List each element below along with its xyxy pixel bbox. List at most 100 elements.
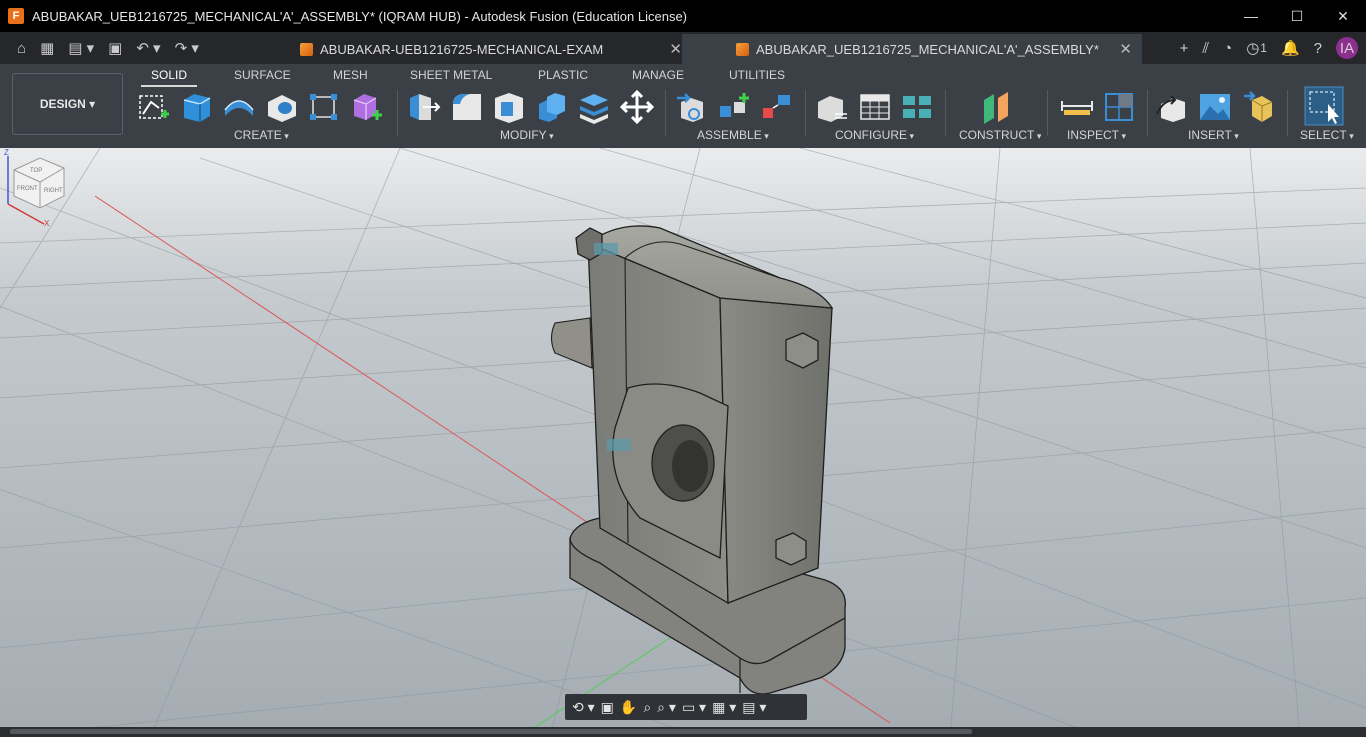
- extrude-icon[interactable]: [180, 90, 214, 124]
- tab-mechanical-assembly[interactable]: ABUBAKAR_UEB1216725_MECHANICAL'A'_ASSEMB…: [682, 34, 1142, 64]
- toolbar-separator: [1287, 90, 1288, 136]
- navigation-bar: ⟲ ▾ ▣ ✋ ⌕ ⌕ ▾ ▭ ▾ ▦ ▾ ▤ ▾: [565, 694, 807, 720]
- view-cube[interactable]: TOP FRONT RIGHT Z X: [0, 148, 70, 228]
- look-at-icon[interactable]: ▣: [601, 699, 614, 716]
- insert-derive-icon[interactable]: [1155, 90, 1189, 124]
- create-sketch-icon[interactable]: [137, 90, 171, 124]
- window-title: ABUBAKAR_UEB1216725_MECHANICAL'A'_ASSEMB…: [32, 8, 688, 24]
- title-bar: F ABUBAKAR_UEB1216725_MECHANICAL'A'_ASSE…: [0, 0, 1366, 32]
- toolbar-separator: [397, 90, 398, 136]
- configuration-rules-icon[interactable]: [900, 90, 934, 124]
- construct-menu[interactable]: CONSTRUCT: [959, 128, 1041, 142]
- viewcube-front-label: FRONT: [17, 186, 38, 192]
- help-icon[interactable]: ?: [1314, 40, 1322, 57]
- insert-mesh-icon[interactable]: [1242, 90, 1276, 124]
- fusion-logo-icon: F: [8, 8, 24, 24]
- zoom-icon[interactable]: ⌕: [643, 699, 651, 716]
- quick-access-toolbar: ⌂ ▦ ▤ ▾ ▣ ↶ ▾ ↷ ▾: [17, 32, 213, 64]
- combine-icon[interactable]: [535, 90, 569, 124]
- offset-plane-icon[interactable]: [980, 90, 1014, 124]
- z-axis-label: Z: [4, 148, 9, 157]
- as-built-joint-icon[interactable]: [760, 90, 794, 124]
- viewcube-right-label: RIGHT: [44, 188, 63, 194]
- pan-icon[interactable]: ✋: [620, 699, 637, 716]
- toolbar-separator: [665, 90, 666, 136]
- tab-label: ABUBAKAR_UEB1216725_MECHANICAL'A'_ASSEMB…: [756, 41, 1099, 57]
- split-body-icon[interactable]: [577, 90, 611, 124]
- ribbon-toolbar: DESIGN ▾ SOLID SURFACE MESH SHEET METAL …: [0, 64, 1366, 148]
- viewports-icon[interactable]: ▤ ▾: [742, 699, 766, 716]
- pattern-icon[interactable]: [307, 90, 341, 124]
- design-cube-icon: [736, 42, 749, 56]
- select-tool-icon[interactable]: [1304, 86, 1344, 126]
- tab-solid[interactable]: SOLID: [140, 68, 198, 87]
- model-scene: [0, 148, 1366, 737]
- create-menu[interactable]: CREATE: [234, 128, 289, 142]
- new-tab-icon[interactable]: +: [1180, 40, 1189, 57]
- data-panel-icon[interactable]: ▦: [40, 39, 54, 57]
- configuration-table-icon[interactable]: [858, 90, 892, 124]
- orbit-icon[interactable]: ⟲ ▾: [572, 699, 595, 716]
- hex-bolt: [785, 332, 819, 369]
- job-count: 1: [1260, 41, 1267, 55]
- configure-menu[interactable]: CONFIGURE: [835, 128, 914, 142]
- horizontal-scrollbar[interactable]: [0, 727, 1366, 737]
- insert-canvas-icon[interactable]: [1198, 90, 1232, 124]
- job-status-icon[interactable]: ◷: [1246, 39, 1259, 57]
- fit-icon[interactable]: ⌕ ▾: [657, 699, 676, 716]
- insert-menu[interactable]: INSERT: [1188, 128, 1239, 142]
- save-icon[interactable]: ▣: [108, 39, 122, 57]
- workspace-switcher-button[interactable]: DESIGN ▾: [12, 73, 123, 135]
- modify-menu[interactable]: MODIFY: [500, 128, 554, 142]
- assemble-menu[interactable]: ASSEMBLE: [697, 128, 769, 142]
- create-form-icon[interactable]: [350, 90, 384, 124]
- toolbar-separator: [1147, 90, 1148, 136]
- joint-glyph-icon: [594, 243, 618, 255]
- tab-mesh[interactable]: MESH: [333, 68, 368, 82]
- toolbar-separator: [945, 90, 946, 136]
- extensions-icon[interactable]: ⫽: [1202, 40, 1209, 57]
- speed-icon[interactable]: ◔: [1223, 40, 1232, 57]
- notifications-icon[interactable]: 🔔: [1281, 39, 1300, 57]
- grid-settings-icon[interactable]: ▦ ▾: [712, 699, 736, 716]
- inspect-menu[interactable]: INSPECT: [1067, 128, 1126, 142]
- canvas-viewport[interactable]: TOP FRONT RIGHT Z X ⟲ ▾ ▣ ✋ ⌕ ⌕ ▾ ▭ ▾ ▦ …: [0, 148, 1366, 737]
- maximize-button[interactable]: ☐: [1274, 0, 1320, 32]
- tab-plastic[interactable]: PLASTIC: [538, 68, 588, 82]
- tab-sheet-metal[interactable]: SHEET METAL: [410, 68, 492, 82]
- close-tab-icon[interactable]: ✕: [669, 40, 682, 58]
- redo-icon[interactable]: ↷ ▾: [175, 39, 199, 57]
- configure-body-icon[interactable]: [815, 90, 849, 124]
- scrollbar-thumb[interactable]: [10, 729, 972, 734]
- close-window-button[interactable]: ✕: [1320, 0, 1366, 32]
- revolve-icon[interactable]: [222, 90, 256, 124]
- document-tab-bar: ⌂ ▦ ▤ ▾ ▣ ↶ ▾ ↷ ▾ ABUBAKAR-UEB1216725-ME…: [0, 32, 1366, 64]
- joint-glyph-icon: [607, 439, 631, 451]
- joint-icon[interactable]: [717, 90, 751, 124]
- minimize-button[interactable]: —: [1228, 0, 1274, 32]
- tab-mechanical-exam[interactable]: ABUBAKAR-UEB1216725-MECHANICAL-EXAM ✕: [288, 34, 692, 64]
- measure-icon[interactable]: [1060, 90, 1094, 124]
- toolbar-separator: [805, 90, 806, 136]
- tab-surface[interactable]: SURFACE: [234, 68, 291, 82]
- new-component-icon[interactable]: [675, 90, 709, 124]
- section-analysis-icon[interactable]: [1102, 90, 1136, 124]
- shell-icon[interactable]: [492, 90, 526, 124]
- select-menu[interactable]: SELECT: [1300, 128, 1354, 142]
- fillet-icon[interactable]: [450, 90, 484, 124]
- hole-icon[interactable]: [265, 90, 299, 124]
- move-copy-icon[interactable]: [620, 90, 654, 124]
- press-pull-icon[interactable]: [407, 90, 441, 124]
- undo-icon[interactable]: ↶ ▾: [136, 39, 160, 57]
- home-icon[interactable]: ⌂: [17, 40, 26, 57]
- avatar[interactable]: IA: [1336, 37, 1358, 59]
- tab-manage[interactable]: MANAGE: [632, 68, 684, 82]
- tab-utilities[interactable]: UTILITIES: [729, 68, 785, 82]
- viewcube-top-label: TOP: [30, 168, 42, 174]
- x-axis-label: X: [44, 219, 50, 228]
- file-menu-icon[interactable]: ▤ ▾: [68, 39, 94, 57]
- hex-bolt: [775, 532, 807, 566]
- close-tab-icon[interactable]: ✕: [1119, 40, 1132, 58]
- window-controls: — ☐ ✕: [1228, 0, 1366, 32]
- display-settings-icon[interactable]: ▭ ▾: [682, 699, 706, 716]
